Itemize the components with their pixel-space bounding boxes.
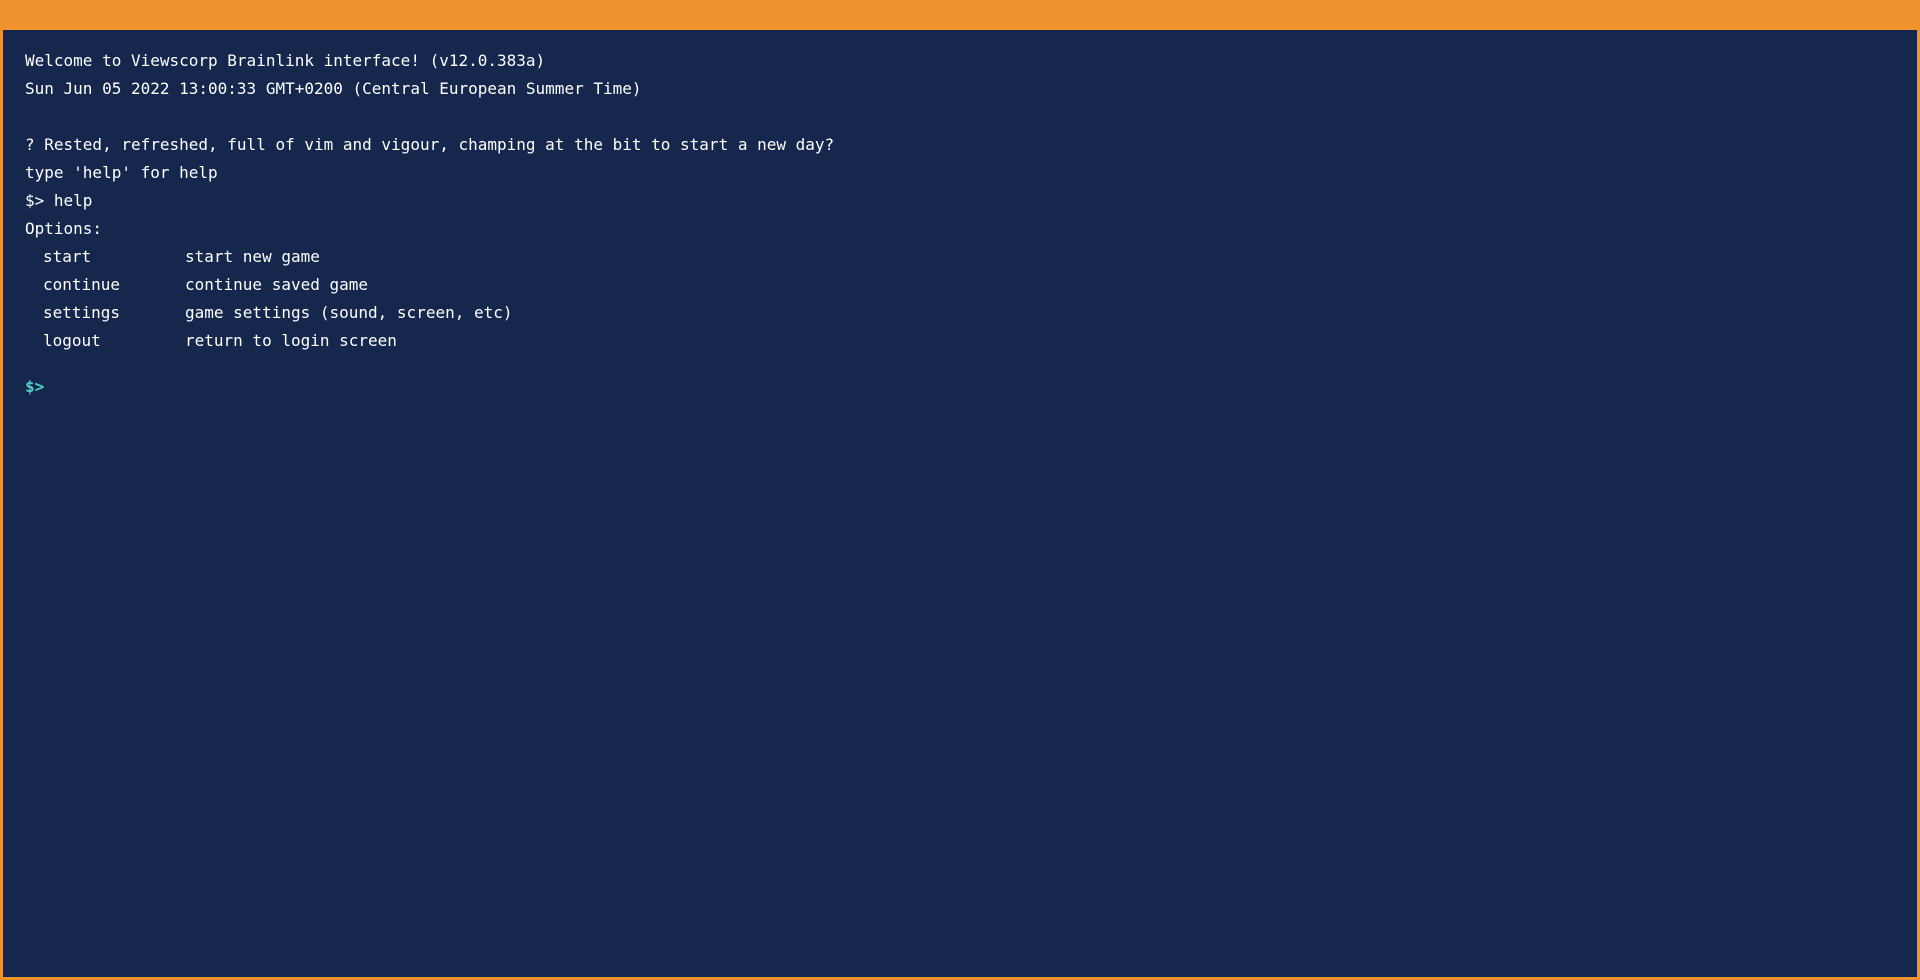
- question-line: ? Rested, refreshed, full of vim and vig…: [25, 135, 835, 154]
- option-row-logout: logout return to login screen: [25, 327, 1917, 355]
- option-description: return to login screen: [185, 331, 397, 350]
- option-description: game settings (sound, screen, etc): [185, 303, 513, 322]
- terminal-screen[interactable]: Welcome to Viewscorp Brainlink interface…: [3, 30, 1917, 977]
- option-description: continue saved game: [185, 275, 369, 294]
- hint-line: type 'help' for help: [25, 163, 218, 182]
- option-command: start: [43, 247, 92, 266]
- option-row-start: start start new game: [25, 243, 1917, 271]
- option-row-settings: settings game settings (sound, screen, e…: [25, 299, 1917, 327]
- option-row-continue: continue continue saved game: [25, 271, 1917, 299]
- prompt-row[interactable]: $>: [25, 373, 1917, 401]
- option-description: start new game: [185, 247, 320, 266]
- command-input[interactable]: [54, 375, 655, 399]
- option-command: settings: [43, 303, 121, 322]
- welcome-line: Welcome to Viewscorp Brainlink interface…: [25, 51, 546, 70]
- terminal-window: Welcome to Viewscorp Brainlink interface…: [0, 0, 1920, 980]
- history-command-line: $> help: [25, 191, 93, 210]
- datetime-line: Sun Jun 05 2022 13:00:33 GMT+0200 (Centr…: [25, 79, 642, 98]
- option-command: continue: [43, 275, 121, 294]
- option-command: logout: [43, 331, 101, 350]
- options-header: Options:: [25, 219, 103, 238]
- prompt-symbol: $>: [25, 377, 45, 396]
- window-titlebar[interactable]: [0, 0, 1920, 30]
